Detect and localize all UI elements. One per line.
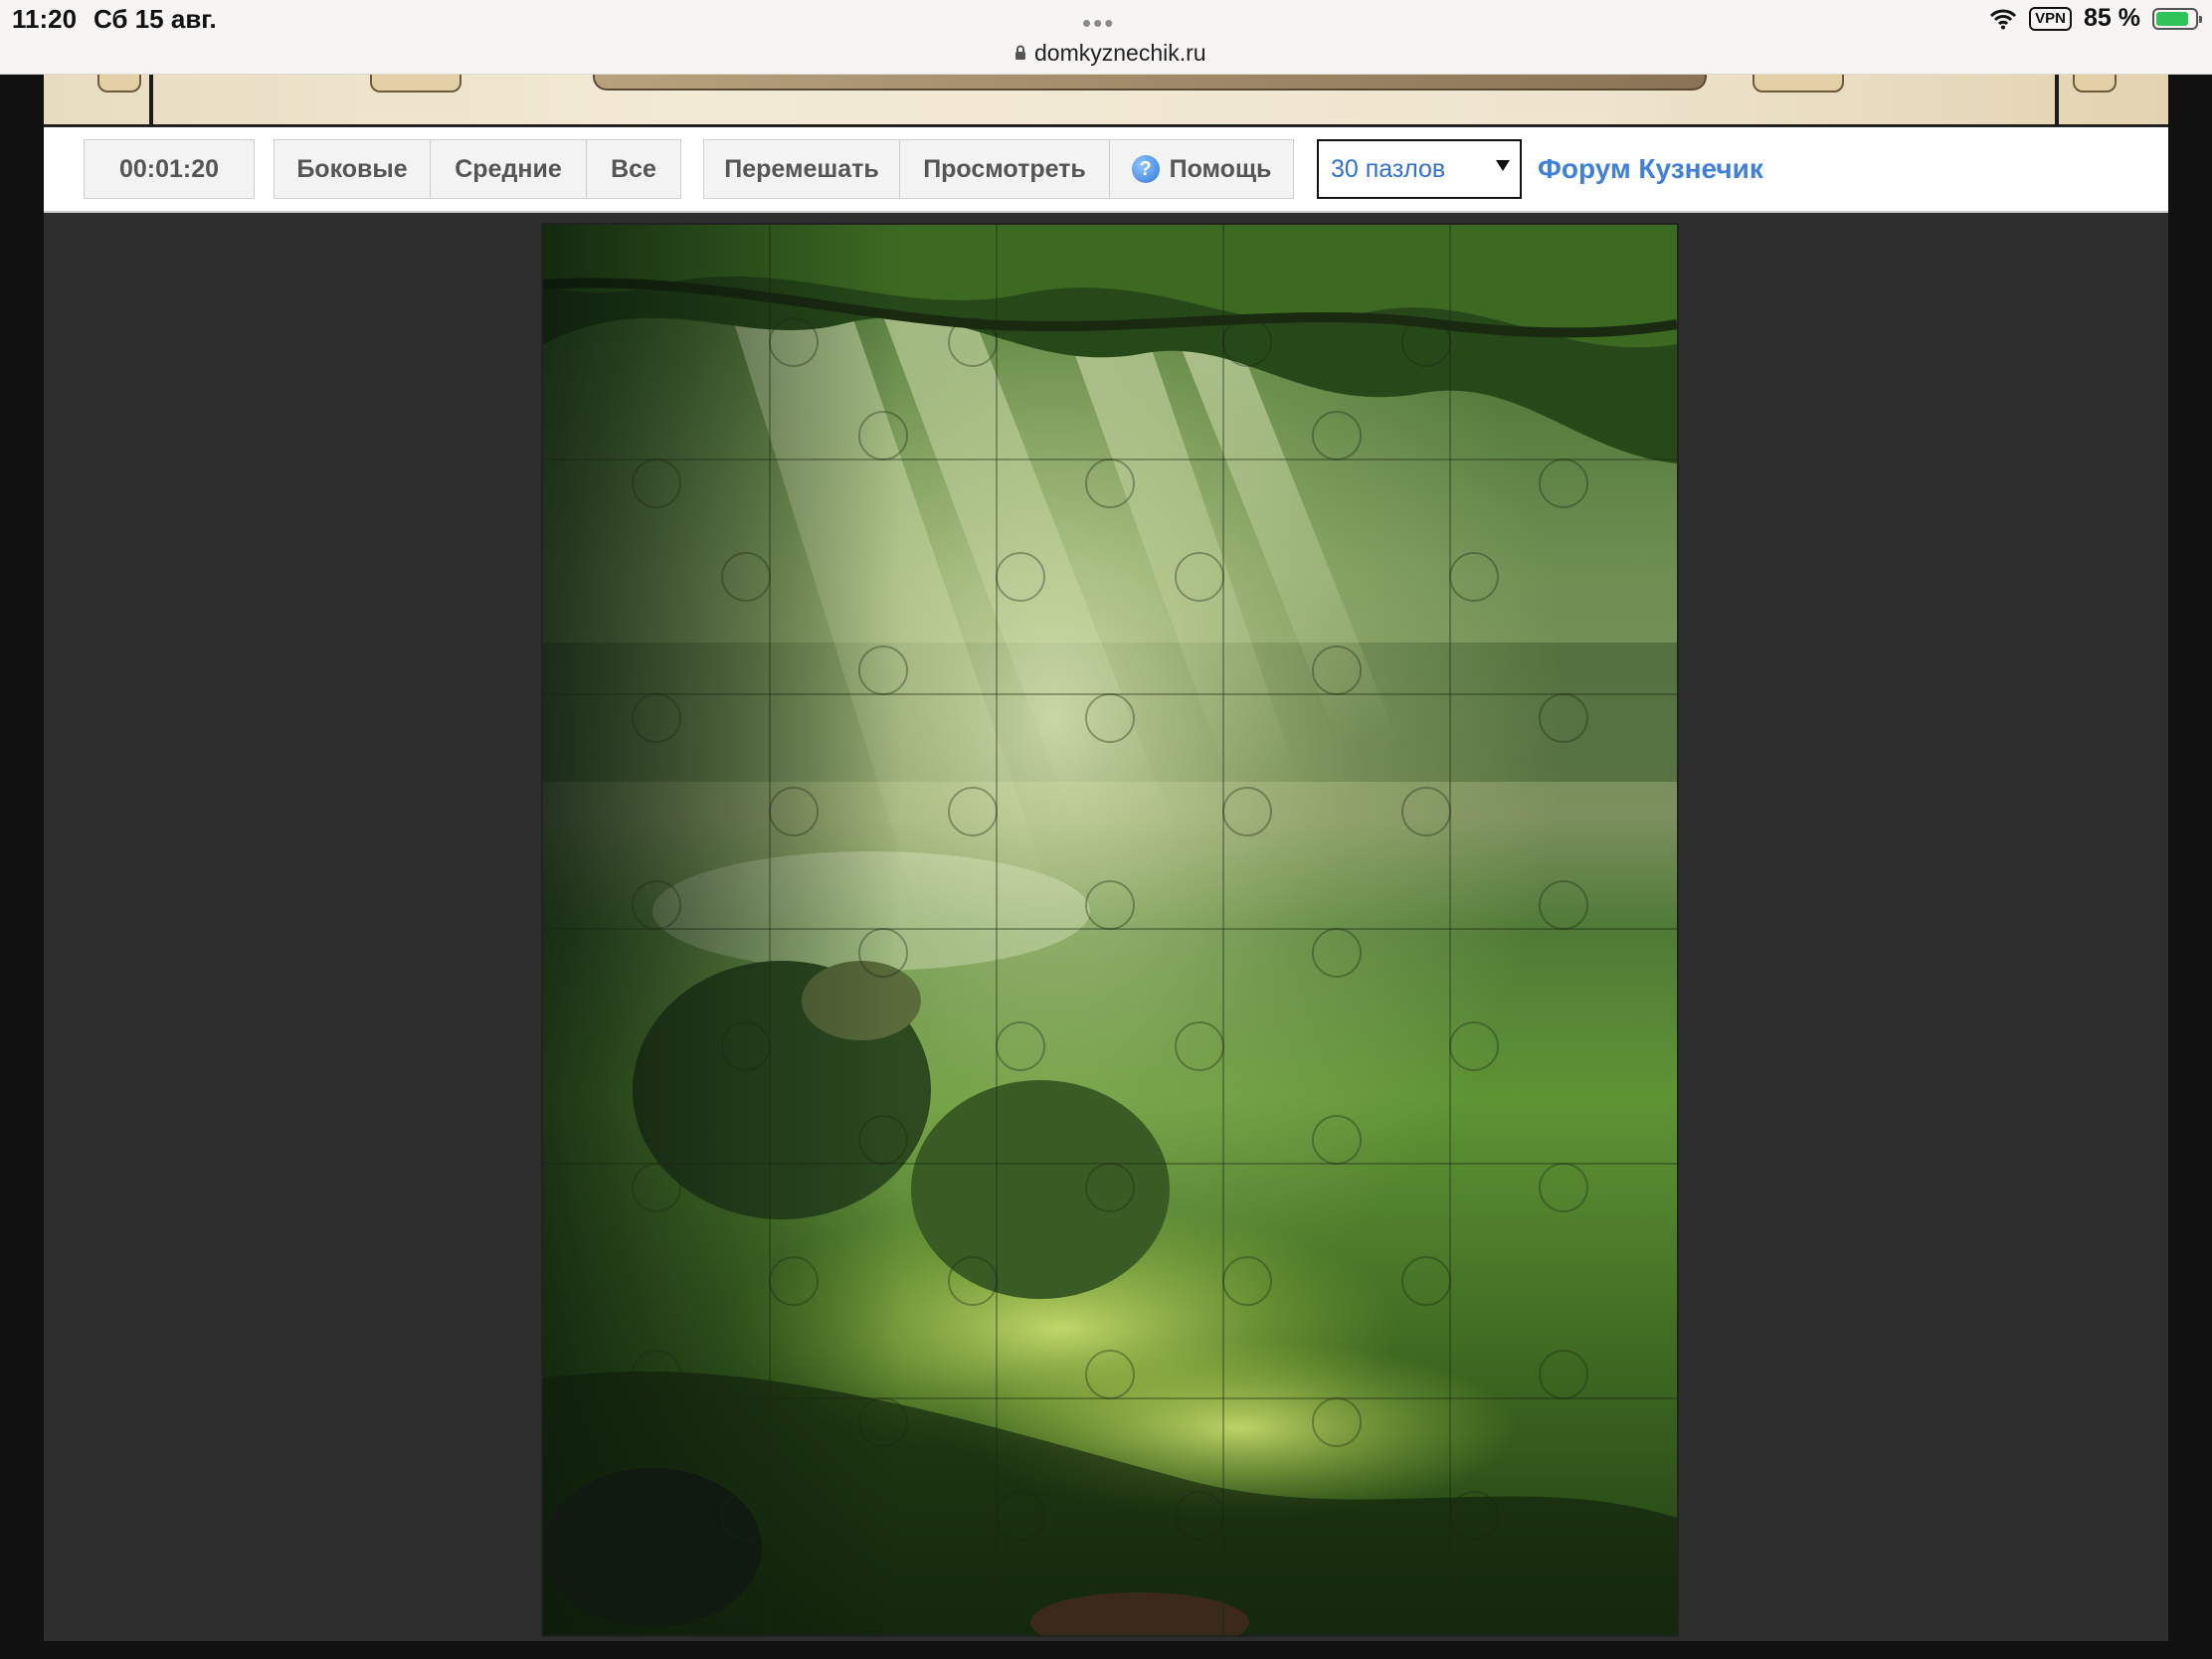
address-bar[interactable]: domkyznechik.ru xyxy=(1014,38,1206,68)
help-button[interactable]: ? Помощь xyxy=(1109,139,1294,199)
battery-percent: 85 % xyxy=(2084,4,2140,32)
help-icon: ? xyxy=(1131,155,1160,183)
status-date: Сб 15 авг. xyxy=(93,4,217,34)
status-right: VPN 85 % xyxy=(1989,4,2202,33)
filter-button-group: Боковые Средние Все xyxy=(274,139,681,199)
header-ornament-left xyxy=(97,75,141,92)
timer-display: 00:01:20 xyxy=(84,139,255,199)
puzzle-image[interactable] xyxy=(543,225,1677,1635)
header-banner xyxy=(593,75,1707,91)
more-dots-icon[interactable]: ••• xyxy=(1082,8,1115,39)
lock-icon xyxy=(1015,45,1025,60)
header-ornament xyxy=(370,75,461,92)
pieces-count-select[interactable]: 30 пазлов xyxy=(1317,139,1522,199)
pieces-count-value: 30 пазлов xyxy=(1331,154,1446,183)
url-text: domkyznechik.ru xyxy=(1034,39,1206,66)
site-header-strip xyxy=(44,75,2168,126)
help-button-label: Помощь xyxy=(1169,154,1272,183)
battery-icon xyxy=(2152,7,2202,30)
dropdown-arrow-icon xyxy=(1496,160,1510,171)
filter-all-button[interactable]: Все xyxy=(586,139,681,199)
header-ornament-right xyxy=(2073,75,2117,92)
vpn-badge: VPN xyxy=(2029,6,2073,31)
filter-middle-button[interactable]: Средние xyxy=(430,139,587,199)
status-bar: 11:20 Сб 15 авг. ••• domkyznechik.ru VPN… xyxy=(0,0,2212,75)
status-time: 11:20 xyxy=(12,4,78,34)
preview-button[interactable]: Просмотреть xyxy=(899,139,1110,199)
battery-level-fill xyxy=(2156,11,2189,26)
header-ornament xyxy=(1752,75,1844,92)
filter-edges-button[interactable]: Боковые xyxy=(274,139,431,199)
puzzle-toolbar: 00:01:20 Боковые Средние Все Перемешать … xyxy=(44,127,2168,213)
puzzle-board[interactable] xyxy=(541,223,1679,1637)
action-button-group: Перемешать Просмотреть ? Помощь xyxy=(703,139,1294,199)
shuffle-button[interactable]: Перемешать xyxy=(703,139,900,199)
forum-link[interactable]: Форум Кузнечик xyxy=(1538,153,1763,185)
wifi-icon xyxy=(1990,9,2017,29)
